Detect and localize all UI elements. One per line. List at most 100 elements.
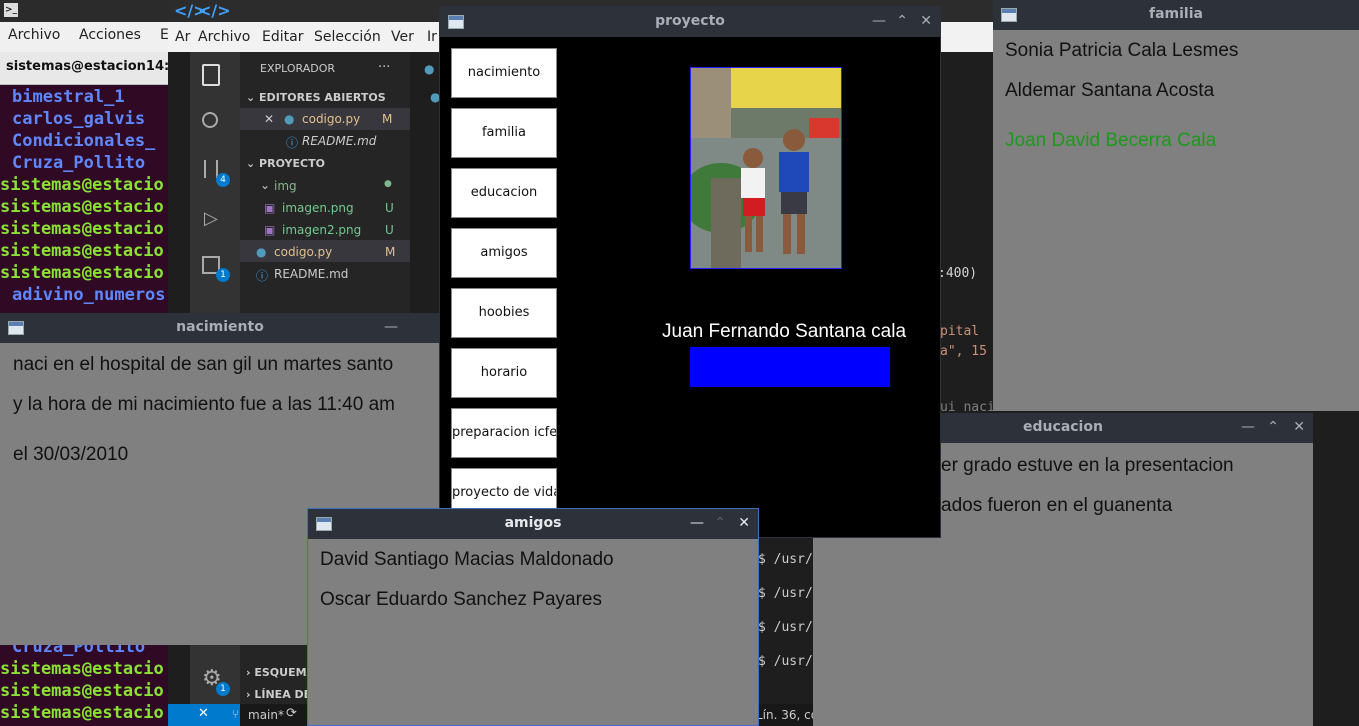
terminal-line: sistemas@estacio — [0, 219, 164, 239]
outline-title: ESQUEMA — [254, 666, 316, 679]
code-fragment: a", 15 — [940, 344, 987, 359]
terminal-menu-acciones[interactable]: Acciones — [79, 27, 141, 43]
search-icon[interactable] — [202, 112, 218, 128]
remote-indicator[interactable]: ✕ — [168, 704, 240, 726]
terminal-line: bimestral_1 — [12, 87, 125, 107]
nacimiento-title: nacimiento — [176, 319, 264, 335]
info-icon: ⓘ — [256, 269, 269, 283]
nav-button-familia[interactable]: familia — [451, 108, 557, 158]
terminal-tab[interactable]: sistemas@estacion14: — [0, 52, 180, 85]
terminal-line: sistemas@estacio — [0, 197, 164, 217]
nacimiento-line: y la hora de mi nacimiento fue a las 11:… — [13, 394, 395, 415]
tree-item[interactable]: README.md — [274, 267, 348, 281]
info-icon: ⓘ — [286, 136, 299, 150]
photo-illustration — [691, 68, 841, 268]
minimize-icon[interactable]: — — [1241, 419, 1255, 435]
branch-name[interactable]: main* — [248, 708, 284, 722]
tree-item[interactable]: img — [274, 179, 297, 193]
close-icon[interactable]: ✕ — [1293, 419, 1305, 435]
familia-name-highlighted: Joan David Becerra Cala — [1005, 130, 1217, 151]
vscode-menu-ir[interactable]: Ir — [427, 29, 437, 45]
terminal-line: sistemas@estacio — [0, 175, 164, 195]
tree-item[interactable]: codigo.py — [274, 245, 332, 259]
vscode-logo-icon-2: </> — [198, 1, 231, 20]
python-tab-icon: ● — [424, 62, 435, 76]
amigos-titlebar[interactable]: amigos — ⌃ ✕ — [308, 509, 758, 539]
close-icon[interactable]: ✕ — [264, 112, 274, 126]
image-file-icon: ▣ — [264, 223, 276, 237]
explorer-title: EXPLORADOR — [260, 62, 336, 75]
familia-titlebar[interactable]: familia — [993, 0, 1359, 30]
timeline-header[interactable]: › LÍNEA DE — [246, 688, 311, 701]
vscode-menu-partial[interactable]: Ar — [175, 29, 190, 45]
outline-header[interactable]: › ESQUEMA — [246, 666, 315, 679]
vscode-menu-archivo[interactable]: Archivo — [198, 29, 250, 45]
terminal-line: adivino_numeros — [12, 285, 166, 305]
terminal-icon: >_ — [4, 3, 18, 17]
familia-name: Sonia Patricia Cala Lesmes — [1005, 40, 1239, 61]
maximize-icon[interactable]: ⌃ — [714, 515, 726, 531]
vscode-menu-editar[interactable]: Editar — [262, 29, 303, 45]
tree-item-status: ● — [384, 179, 392, 189]
vscode-menu-ver[interactable]: Ver — [391, 29, 414, 45]
nav-button-horario[interactable]: horario — [451, 348, 557, 398]
nacimiento-titlebar[interactable]: nacimiento — — [0, 313, 440, 343]
terminal-line: sistemas@estacio — [0, 659, 164, 679]
code-fragment: pital — [940, 324, 980, 339]
person-name: Juan Fernando Santana cala — [662, 321, 907, 342]
terminal-menu-archivo[interactable]: Archivo — [8, 27, 60, 43]
nav-button-preparacion-icfes[interactable]: preparacion icfes — [451, 408, 557, 458]
open-editor-name[interactable]: README.md — [302, 134, 376, 148]
run-debug-icon[interactable]: ▷ — [204, 208, 218, 229]
open-editor-name: codigo.py — [302, 112, 361, 126]
terminal-fragment: $ /usr/ — [758, 552, 813, 567]
profile-photo — [690, 67, 842, 269]
maximize-icon[interactable]: ⌃ — [896, 13, 908, 29]
open-editor-status: M — [382, 112, 393, 126]
source-control-badge: 4 — [216, 173, 230, 187]
minimize-icon[interactable]: — — [872, 13, 886, 29]
terminal-menubar: Archivo Acciones E — [0, 22, 180, 52]
timeline-title: LÍNEA DE — [254, 688, 312, 701]
educacion-line: er grado estuve en la presentacion — [941, 455, 1234, 476]
familia-title: familia — [1149, 6, 1203, 22]
open-editors-header[interactable]: ⌄ EDITORES ABIERTOS — [246, 91, 386, 104]
nacimiento-line: el 30/03/2010 — [13, 444, 129, 465]
terminal-fragment: $ /usr/ — [758, 586, 813, 601]
close-icon[interactable]: ✕ — [738, 515, 750, 531]
vscode-menu-seleccion[interactable]: Selección — [314, 29, 381, 45]
more-actions-icon[interactable]: ··· — [378, 60, 390, 75]
nacimiento-line: naci en el hospital de san gil un martes… — [13, 354, 394, 375]
minimize-icon[interactable]: — — [690, 515, 704, 531]
proyecto-titlebar[interactable]: proyecto — ⌃ ✕ — [440, 7, 940, 37]
proyecto-title: proyecto — [655, 13, 725, 29]
project-header[interactable]: ⌄ PROYECTO — [246, 157, 325, 170]
minimize-icon[interactable]: — — [384, 319, 398, 335]
remote-icon: ✕ — [198, 706, 209, 721]
files-icon[interactable] — [202, 64, 220, 86]
terminal-line: Condicionales_ — [12, 131, 156, 151]
tree-item-status: U — [385, 223, 394, 237]
settings-badge: 1 — [216, 682, 230, 696]
nav-button-educacion[interactable]: educacion — [451, 168, 557, 218]
terminal-line: carlos_galvis — [12, 109, 146, 129]
close-icon[interactable]: ✕ — [920, 13, 932, 29]
educacion-line: ados fueron en el guanenta — [941, 495, 1173, 516]
nav-button-hoobies[interactable]: hoobies — [451, 288, 557, 338]
nav-button-nacimiento[interactable]: nacimiento — [451, 48, 557, 98]
sync-icon[interactable]: ⟳ — [286, 706, 297, 721]
tree-item[interactable]: imagen.png — [282, 201, 354, 215]
terminal-tab-title: sistemas@estacion14: — [6, 59, 170, 74]
code-fragment: :400) — [938, 266, 978, 281]
amigo-name: David Santiago Macias Maldonado — [320, 549, 614, 570]
maximize-icon[interactable]: ⌃ — [1267, 419, 1279, 435]
terminal-fragment: $ /usr/ — [758, 620, 813, 635]
extensions-badge: 1 — [216, 268, 230, 282]
amigos-window: amigos — ⌃ ✕ David Santiago Macias Maldo… — [307, 508, 759, 726]
familia-name: Aldemar Santana Acosta — [1005, 80, 1215, 101]
tree-item[interactable]: imagen2.png — [282, 223, 361, 237]
nav-button-amigos[interactable]: amigos — [451, 228, 557, 278]
cursor-position[interactable]: Lín. 36, col — [756, 708, 821, 722]
source-control-icon[interactable] — [204, 160, 218, 178]
open-editors-title: EDITORES ABIERTOS — [259, 91, 386, 104]
